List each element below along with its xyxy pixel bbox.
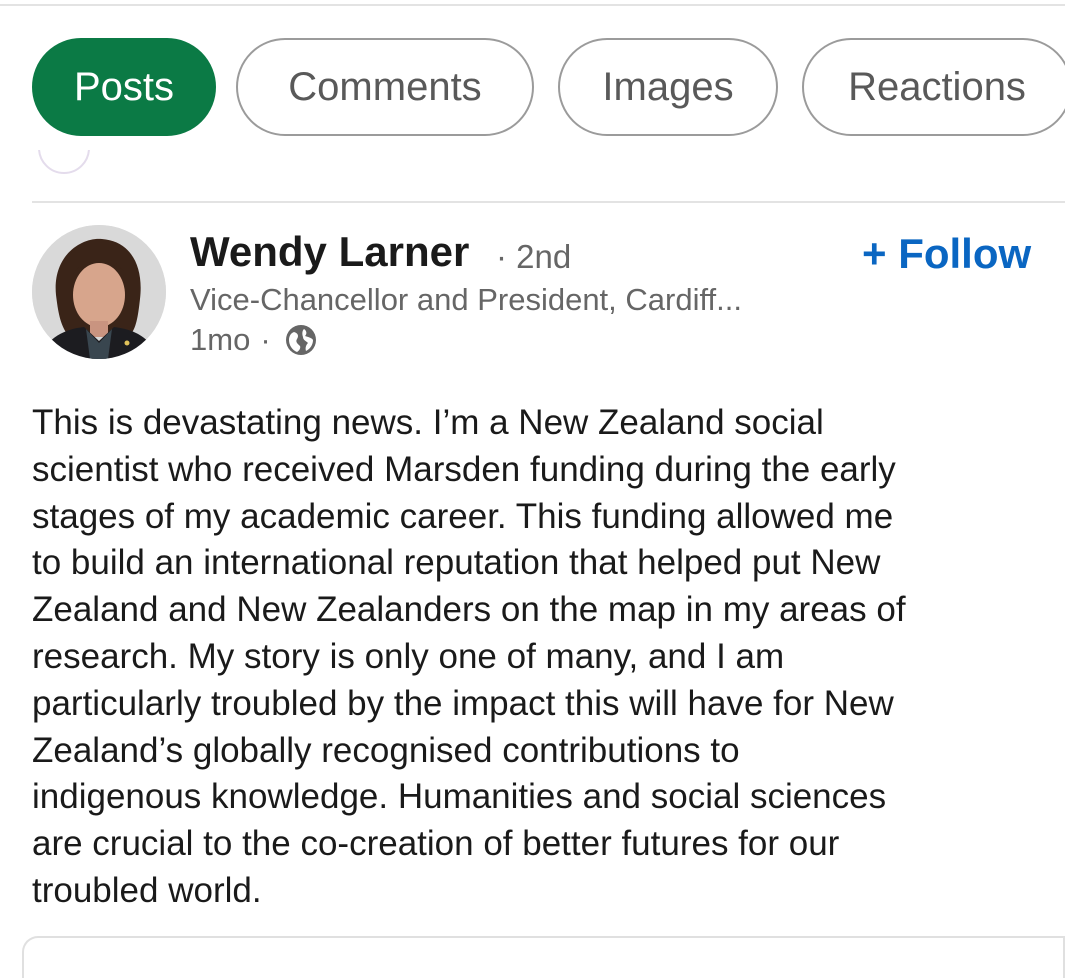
post-text-line: This is devastating news. I’m a New Zeal… (32, 403, 824, 442)
post-text-line: troubled world. (32, 870, 262, 910)
top-divider (0, 4, 1065, 6)
author-headline: Vice-Chancellor and President, Cardiff..… (190, 282, 742, 317)
embedded-card[interactable] (22, 936, 1065, 978)
connection-degree-label: 2nd (516, 238, 572, 275)
post-text-line: indigenous knowledge. Humanities and soc… (32, 777, 887, 817)
author-avatar[interactable] (32, 225, 166, 359)
post-text-line: stages of my academic career. This fundi… (32, 496, 894, 536)
post-meta: 1mo · (190, 322, 317, 358)
tab-images[interactable]: Images (558, 38, 778, 136)
author-name[interactable]: Wendy Larner (190, 228, 469, 276)
tab-reactions[interactable]: Reactions (802, 38, 1065, 136)
post-body: This is devastating news. I’m a New Zeal… (32, 400, 1057, 915)
post-text-line: are crucial to the co-creation of better… (32, 824, 840, 864)
post-text-line: Zealand and New Zealanders on the map in… (32, 590, 906, 630)
globe-icon (285, 325, 316, 355)
post-text-line: scientist who received Marsden funding d… (32, 449, 896, 489)
activity-tabs: Posts Comments Images Reactions (32, 38, 1065, 138)
follow-button[interactable]: + Follow (862, 230, 1031, 278)
tab-comments[interactable]: Comments (236, 38, 534, 136)
meta-separator: · (260, 322, 271, 357)
post-time: 1mo (190, 322, 251, 357)
connection-degree: · 2nd (496, 238, 572, 275)
post-text-line: Zealand’s globally recognised contributi… (32, 730, 740, 770)
previous-post-avatar (38, 150, 90, 178)
post-text-line: to build an international reputation tha… (32, 543, 881, 583)
post-text-line: research. My story is only one of many, … (32, 636, 785, 676)
author-photo (32, 225, 166, 359)
post-divider (32, 201, 1065, 203)
post-text-line: particularly troubled by the impact this… (32, 683, 894, 723)
tab-posts[interactable]: Posts (32, 38, 216, 136)
